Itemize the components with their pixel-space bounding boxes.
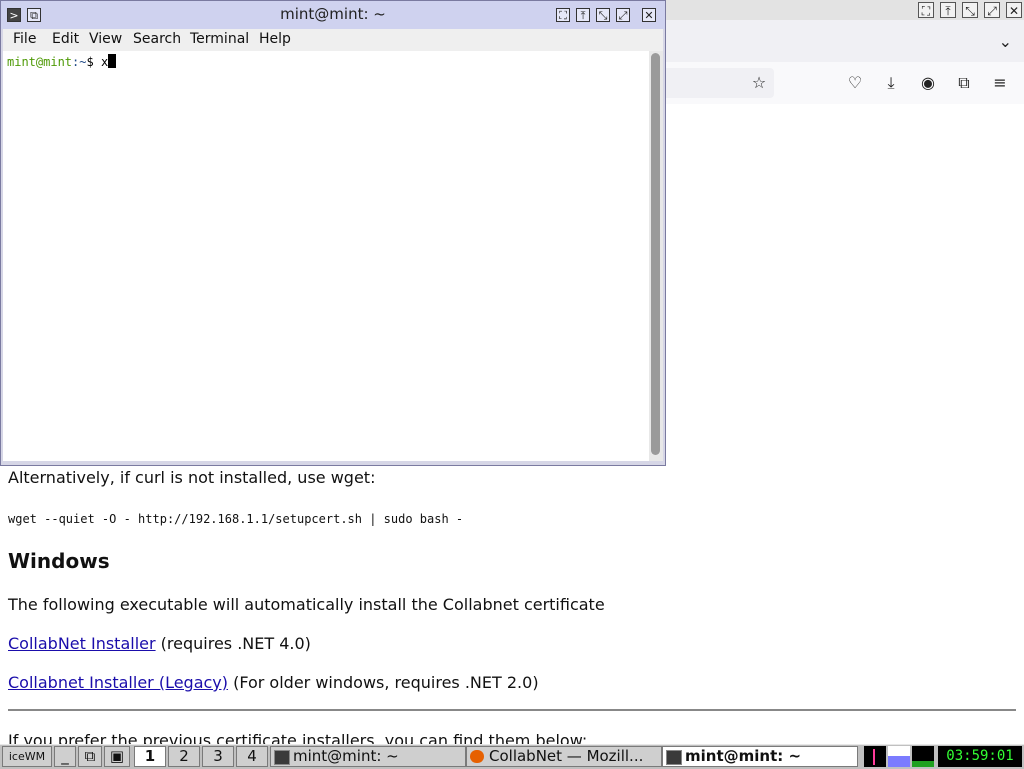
terminal-icon	[666, 750, 682, 765]
resize-icon[interactable]: ⤢	[984, 2, 1000, 18]
task-label: CollabNet — Mozill...	[489, 747, 644, 765]
command-input[interactable]: x	[101, 55, 108, 69]
browser-toolbar: ☆ ♡ ⤓ ◉ ⧉ ≡	[664, 62, 1024, 105]
terminal-icon	[274, 750, 290, 765]
icewm-start-button[interactable]: iceWM	[2, 746, 52, 767]
task-label: mint@mint: ~	[685, 747, 802, 765]
alt-text: Alternatively, if curl is not installed,…	[8, 468, 376, 487]
task-terminal-1[interactable]: mint@mint: ~	[270, 746, 466, 767]
prompt-symbol: $	[86, 55, 101, 69]
task-label: mint@mint: ~	[293, 747, 399, 765]
menu-help[interactable]: Help	[259, 31, 291, 47]
maximize-icon[interactable]: ⛶	[556, 8, 570, 22]
star-icon[interactable]: ☆	[748, 72, 770, 94]
browser-titlebar: ⛶ ⤒ ⤡ ⤢ ✕	[664, 0, 1024, 21]
firefox-icon	[470, 750, 484, 763]
workspace-3[interactable]: 3	[202, 746, 234, 767]
url-bar[interactable]: ☆	[664, 68, 774, 98]
installer-line: CollabNet Installer (requires .NET 4.0)	[8, 634, 311, 653]
taskbar: iceWM _ ⧉ ▣ 1 2 3 4 mint@mint: ~ CollabN…	[0, 744, 1024, 769]
terminal-window[interactable]: > ⧉ mint@mint: ~ ⛶ ⤒ ⤡ ⤢ ✕ File Edit Vie…	[0, 0, 666, 466]
download-icon[interactable]: ⤓	[880, 72, 902, 94]
menu-file[interactable]: File	[13, 31, 36, 47]
legacy-installer-note: (For older windows, requires .NET 2.0)	[228, 673, 539, 692]
terminal-scrollbar[interactable]	[649, 51, 663, 461]
menu-edit[interactable]: Edit	[52, 31, 79, 47]
text-cursor	[108, 54, 117, 68]
shade-icon[interactable]: ⤡	[596, 8, 610, 22]
extensions-icon[interactable]: ⧉	[953, 72, 975, 94]
browser-tab-strip: ⌄	[664, 20, 1024, 62]
scroll-thumb[interactable]	[651, 53, 660, 455]
menu-view[interactable]: View	[89, 31, 122, 47]
windows-description: The following executable will automatica…	[8, 595, 605, 614]
menu-icon[interactable]: ≡	[989, 72, 1011, 94]
minimize-all-icon[interactable]: _	[54, 746, 76, 767]
resize-icon[interactable]: ⤢	[616, 8, 630, 22]
maximize-icon[interactable]: ⛶	[918, 2, 934, 18]
menu-terminal[interactable]: Terminal	[190, 31, 249, 47]
raise-icon[interactable]: ⤒	[576, 8, 590, 22]
terminal-output[interactable]: mint@mint:~$ x	[3, 51, 649, 461]
workspace-1[interactable]: 1	[134, 746, 166, 767]
network-monitor	[888, 746, 910, 767]
close-icon[interactable]: ✕	[1006, 2, 1022, 18]
prompt-line: mint@mint:~$ x	[7, 54, 117, 69]
divider	[8, 709, 1016, 711]
legacy-installer-line: Collabnet Installer (Legacy) (For older …	[8, 673, 539, 692]
window-list-icon[interactable]: ⧉	[78, 746, 102, 767]
terminal-menubar: File Edit View Search Terminal Help	[3, 29, 663, 51]
prompt-user: mint@mint	[7, 55, 73, 69]
workspace-2[interactable]: 2	[168, 746, 200, 767]
raise-icon[interactable]: ⤒	[940, 2, 956, 18]
menu-search[interactable]: Search	[133, 31, 181, 47]
show-desktop-icon[interactable]: ▣	[104, 746, 130, 767]
pocket-icon[interactable]: ♡	[844, 72, 866, 94]
task-firefox[interactable]: CollabNet — Mozill...	[466, 746, 662, 767]
task-terminal-2[interactable]: mint@mint: ~	[662, 746, 858, 767]
collabnet-installer-link[interactable]: CollabNet Installer	[8, 634, 156, 653]
windows-heading: Windows	[8, 549, 110, 573]
chevron-down-icon[interactable]: ⌄	[999, 32, 1012, 51]
workspace-4[interactable]: 4	[236, 746, 268, 767]
wget-command: wget --quiet -O - http://192.168.1.1/set…	[8, 512, 464, 526]
collabnet-legacy-installer-link[interactable]: Collabnet Installer (Legacy)	[8, 673, 228, 692]
installer-note: (requires .NET 4.0)	[155, 634, 311, 653]
shade-icon[interactable]: ⤡	[962, 2, 978, 18]
terminal-titlebar[interactable]: > ⧉ mint@mint: ~ ⛶ ⤒ ⤡ ⤢ ✕	[1, 1, 665, 29]
prompt-path: :~	[72, 55, 87, 69]
account-icon[interactable]: ◉	[917, 72, 939, 94]
close-icon[interactable]: ✕	[642, 8, 656, 22]
clock[interactable]: 03:59:01	[938, 746, 1022, 767]
cpu-monitor	[864, 746, 886, 767]
memory-monitor	[912, 746, 934, 767]
